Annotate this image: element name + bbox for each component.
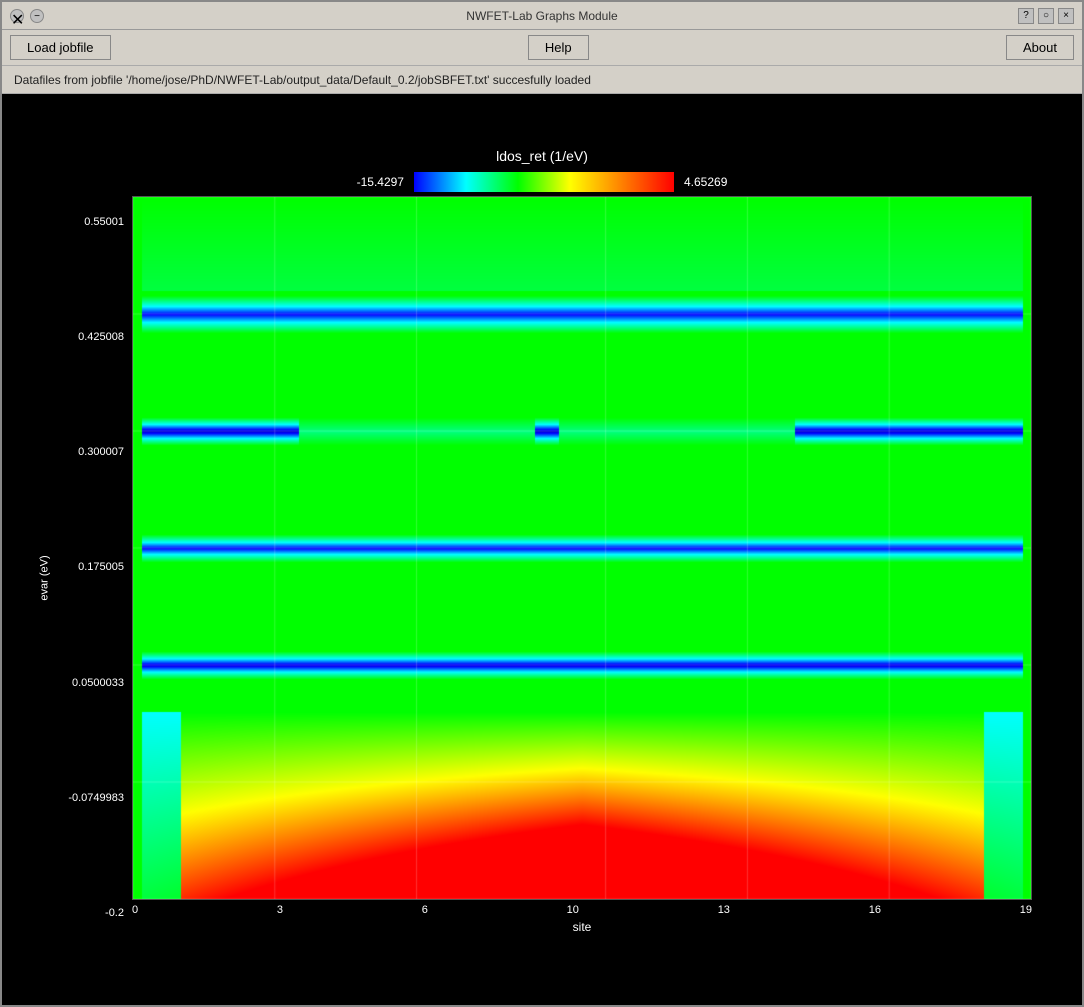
colorbar-max: 4.65269	[684, 175, 727, 189]
x-tick-0: 0	[132, 904, 138, 916]
y-tick-6: -0.2	[105, 907, 124, 919]
heatmap-canvas	[133, 197, 1031, 899]
x-ticks: 0 3 6 10 13 16 19	[132, 900, 1032, 920]
help-button[interactable]: Help	[528, 35, 589, 60]
status-bar: Datafiles from jobfile '/home/jose/PhD/N…	[2, 66, 1082, 94]
colorbar	[414, 172, 674, 192]
menu-bar: Load jobfile Help About	[2, 30, 1082, 66]
y-tick-5: -0.0749983	[68, 792, 124, 804]
colorbar-section: ldos_ret (1/eV) -15.4297 4.65269	[52, 140, 1032, 196]
x-tick-3: 10	[567, 904, 579, 916]
menu-right: About	[1006, 35, 1074, 60]
about-button[interactable]: About	[1006, 35, 1074, 60]
chart-body: evar (eV) 0.55001 0.425008 0.300007 0.17…	[52, 196, 1032, 960]
load-jobfile-button[interactable]: Load jobfile	[10, 35, 111, 60]
x-tick-2: 6	[422, 904, 428, 916]
x-axis-label: site	[132, 920, 1032, 934]
y-tick-4: 0.0500033	[72, 677, 124, 689]
window-controls: ✕ −	[10, 9, 44, 23]
title-bar: ✕ − NWFET-Lab Graphs Module ? ○ ×	[2, 2, 1082, 30]
help-icon[interactable]: ?	[1018, 8, 1034, 24]
x-tick-6: 19	[1020, 904, 1032, 916]
main-window: ✕ − NWFET-Lab Graphs Module ? ○ × Load j…	[0, 0, 1084, 1007]
close-icon[interactable]: ×	[1058, 8, 1074, 24]
y-tick-1: 0.425008	[78, 331, 124, 343]
status-message: Datafiles from jobfile '/home/jose/PhD/N…	[14, 73, 591, 87]
colorbar-row: -15.4297 4.65269	[357, 172, 728, 192]
minimize-btn[interactable]: −	[30, 9, 44, 23]
y-tick-3: 0.175005	[78, 561, 124, 573]
window-title: NWFET-Lab Graphs Module	[466, 9, 617, 23]
x-axis: 0 3 6 10 13 16 19 site	[132, 900, 1032, 960]
y-tick-0: 0.55001	[84, 216, 124, 228]
x-tick-4: 13	[718, 904, 730, 916]
y-axis-label: evar (eV)	[39, 555, 51, 600]
chart-main: 0 3 6 10 13 16 19 site	[132, 196, 1032, 960]
menu-center: Help	[111, 35, 1007, 60]
close-btn[interactable]: ✕	[10, 9, 24, 23]
title-right-buttons: ? ○ ×	[1018, 8, 1074, 24]
heatmap-wrapper	[132, 196, 1032, 900]
plot-title: ldos_ret (1/eV)	[496, 148, 588, 164]
y-axis: evar (eV) 0.55001 0.425008 0.300007 0.17…	[52, 196, 132, 960]
colorbar-min: -15.4297	[357, 175, 404, 189]
y-tick-2: 0.300007	[78, 446, 124, 458]
plot-area: ldos_ret (1/eV) -15.4297 4.65269 evar (e…	[2, 94, 1082, 1005]
plot-container: ldos_ret (1/eV) -15.4297 4.65269 evar (e…	[52, 140, 1032, 960]
settings-icon[interactable]: ○	[1038, 8, 1054, 24]
x-tick-1: 3	[277, 904, 283, 916]
x-tick-5: 16	[869, 904, 881, 916]
